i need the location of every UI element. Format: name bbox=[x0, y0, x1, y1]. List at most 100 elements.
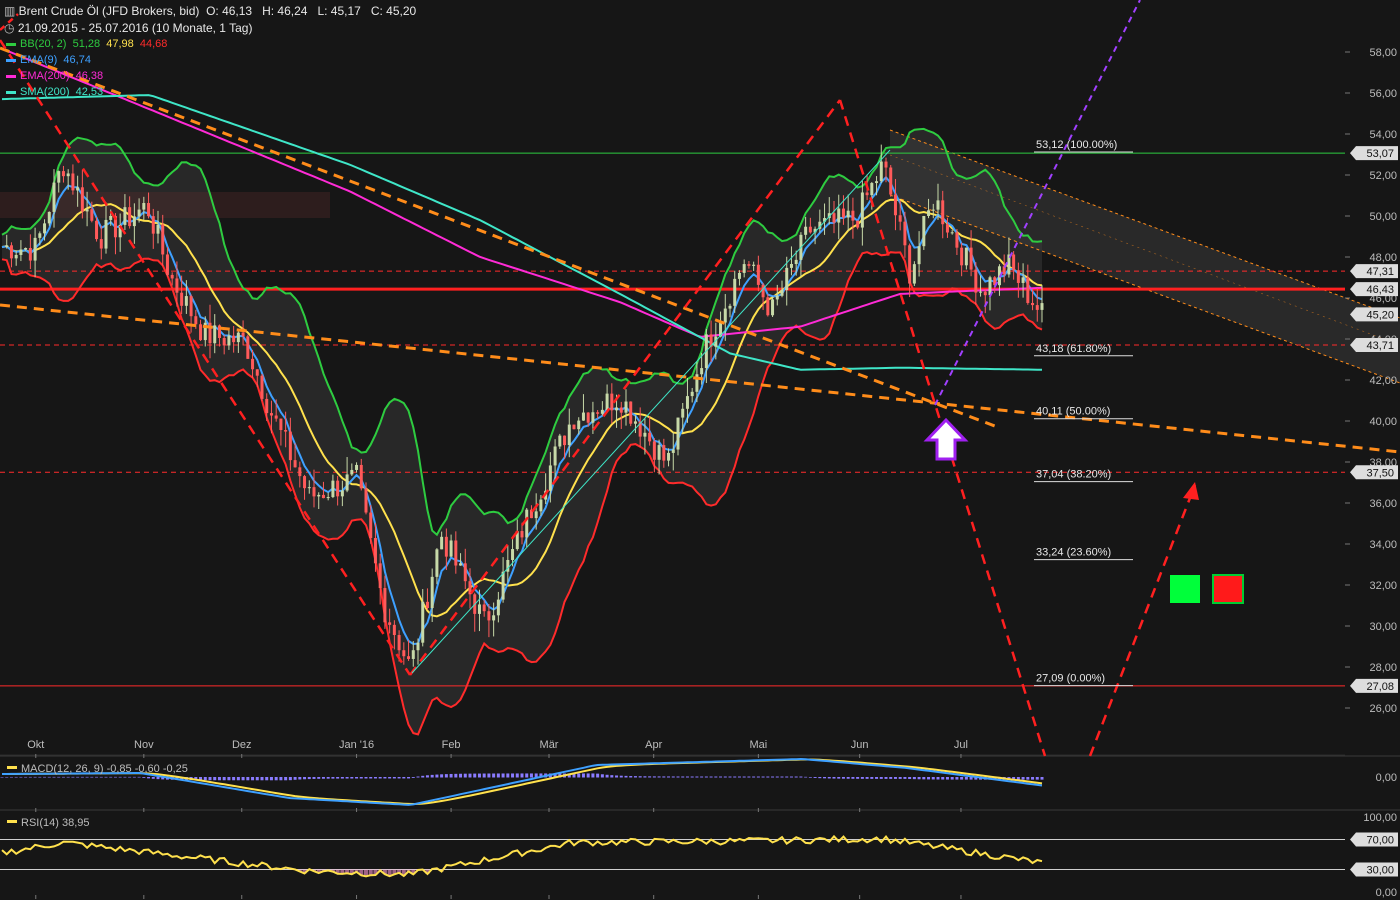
macd-histogram-bar bbox=[492, 773, 496, 778]
macd-histogram-bar bbox=[326, 777, 330, 779]
candle-body bbox=[979, 291, 983, 293]
candle-body bbox=[955, 232, 959, 248]
chart-stage: 53,12 (100.00%) 43,18 (61.80%) 40,11 (50.0… bbox=[0, 0, 1400, 900]
candle-body bbox=[269, 413, 273, 416]
candle-body bbox=[425, 601, 429, 609]
macd-histogram-bar bbox=[378, 777, 382, 779]
macd-histogram-bar bbox=[350, 777, 354, 779]
fib-label: 40,11 (50.00%) bbox=[1036, 406, 1110, 418]
candle-body bbox=[685, 396, 689, 409]
macd-histogram-bar bbox=[1035, 777, 1039, 780]
x-tick-label: Apr bbox=[645, 739, 662, 751]
macd-histogram-bar bbox=[43, 776, 47, 778]
macd-histogram-bar bbox=[1021, 777, 1025, 780]
macd-histogram-bar bbox=[312, 777, 316, 779]
candle-body bbox=[165, 254, 169, 275]
candle-body bbox=[619, 407, 623, 413]
candle-body bbox=[676, 417, 680, 450]
macd-histogram-bar bbox=[213, 777, 217, 781]
macd-histogram-bar bbox=[756, 776, 760, 778]
candle-body bbox=[875, 181, 879, 184]
macd-histogram-bar bbox=[865, 777, 869, 779]
candle-body bbox=[222, 337, 226, 346]
macd-histogram-bar bbox=[104, 776, 108, 778]
macd-histogram-bar bbox=[823, 777, 827, 779]
macd-histogram-bar bbox=[525, 773, 529, 778]
candle-body bbox=[312, 487, 316, 497]
projection-arrow-line bbox=[1088, 484, 1197, 757]
macd-histogram-bar bbox=[265, 777, 269, 781]
candle-body bbox=[496, 599, 500, 616]
macd-histogram-bar bbox=[66, 776, 70, 778]
macd-histogram-bar bbox=[38, 776, 42, 778]
candle-body bbox=[265, 398, 269, 414]
legend-value: 46,38 bbox=[75, 70, 110, 82]
macd-histogram-bar bbox=[482, 773, 486, 778]
macd-histogram-bar bbox=[818, 777, 822, 779]
candle-body bbox=[232, 335, 236, 343]
macd-histogram-bar bbox=[90, 776, 94, 778]
candle-body bbox=[151, 216, 155, 234]
macd-histogram-bar bbox=[118, 776, 122, 778]
candle-body bbox=[213, 325, 217, 344]
candle-body bbox=[563, 435, 567, 446]
candle-body bbox=[373, 538, 377, 564]
macd-histogram-bar bbox=[922, 777, 926, 780]
legend-row: EMA(200) 46,38 bbox=[6, 70, 109, 82]
macd-histogram-bar bbox=[298, 777, 302, 780]
macd-histogram-bar bbox=[827, 777, 831, 779]
candle-body bbox=[964, 247, 968, 266]
macd-histogram-bar bbox=[392, 777, 396, 779]
candle-body bbox=[9, 245, 13, 259]
candle-body bbox=[199, 324, 203, 341]
macd-histogram-bar bbox=[477, 773, 481, 778]
candle-body bbox=[156, 224, 160, 234]
candle-body bbox=[477, 604, 481, 614]
macd-histogram-bar bbox=[57, 776, 61, 778]
macd-histogram-bar bbox=[912, 777, 916, 780]
macd-histogram-bar bbox=[71, 776, 75, 778]
candle-body bbox=[482, 604, 486, 612]
macd-histogram-bar bbox=[648, 776, 652, 778]
candle-body bbox=[350, 469, 354, 475]
legend-swatch bbox=[6, 90, 16, 94]
candle-body bbox=[700, 368, 704, 375]
fib-label: 27,09 (0.00%) bbox=[1036, 673, 1105, 685]
rsi-line bbox=[1, 834, 1043, 878]
macd-histogram-bar bbox=[24, 776, 28, 778]
macd-histogram-bar bbox=[359, 777, 363, 779]
candle-body bbox=[435, 549, 439, 577]
rsi-legend-swatch bbox=[7, 820, 17, 823]
candle-body bbox=[794, 259, 798, 265]
macd-histogram-bar bbox=[785, 776, 789, 778]
candle-body bbox=[47, 211, 51, 224]
candle-body bbox=[421, 601, 425, 643]
macd-histogram-bar bbox=[950, 777, 954, 780]
support-line bbox=[411, 149, 891, 674]
candle-body bbox=[19, 249, 23, 255]
candle-body bbox=[1035, 305, 1039, 310]
macd-histogram-bar bbox=[246, 777, 250, 781]
macd-histogram-bar bbox=[293, 777, 297, 780]
macd-histogram-bar bbox=[416, 776, 420, 778]
candle-body bbox=[298, 467, 302, 477]
macd-histogram-bar bbox=[945, 777, 949, 780]
macd-histogram-bar bbox=[303, 777, 307, 780]
macd-histogram-bar bbox=[444, 774, 448, 778]
macd-histogram-bar bbox=[501, 773, 505, 778]
trendline-red bbox=[408, 99, 842, 676]
x-tick-label: Dez bbox=[232, 739, 252, 751]
candle-body bbox=[624, 401, 628, 413]
macd-histogram-bar bbox=[487, 773, 491, 778]
candle-body bbox=[251, 358, 255, 370]
candle-body bbox=[605, 393, 609, 410]
macd-histogram-bar bbox=[132, 776, 136, 778]
candle-body bbox=[128, 207, 132, 227]
candle-body bbox=[690, 391, 694, 397]
candle-body bbox=[99, 239, 103, 249]
macd-histogram-bar bbox=[737, 776, 741, 778]
y-tick-label: 32,00 bbox=[1369, 580, 1397, 592]
macd-histogram-bar bbox=[99, 776, 103, 778]
candle-body bbox=[771, 299, 775, 316]
x-tick-label: Mai bbox=[749, 739, 767, 751]
